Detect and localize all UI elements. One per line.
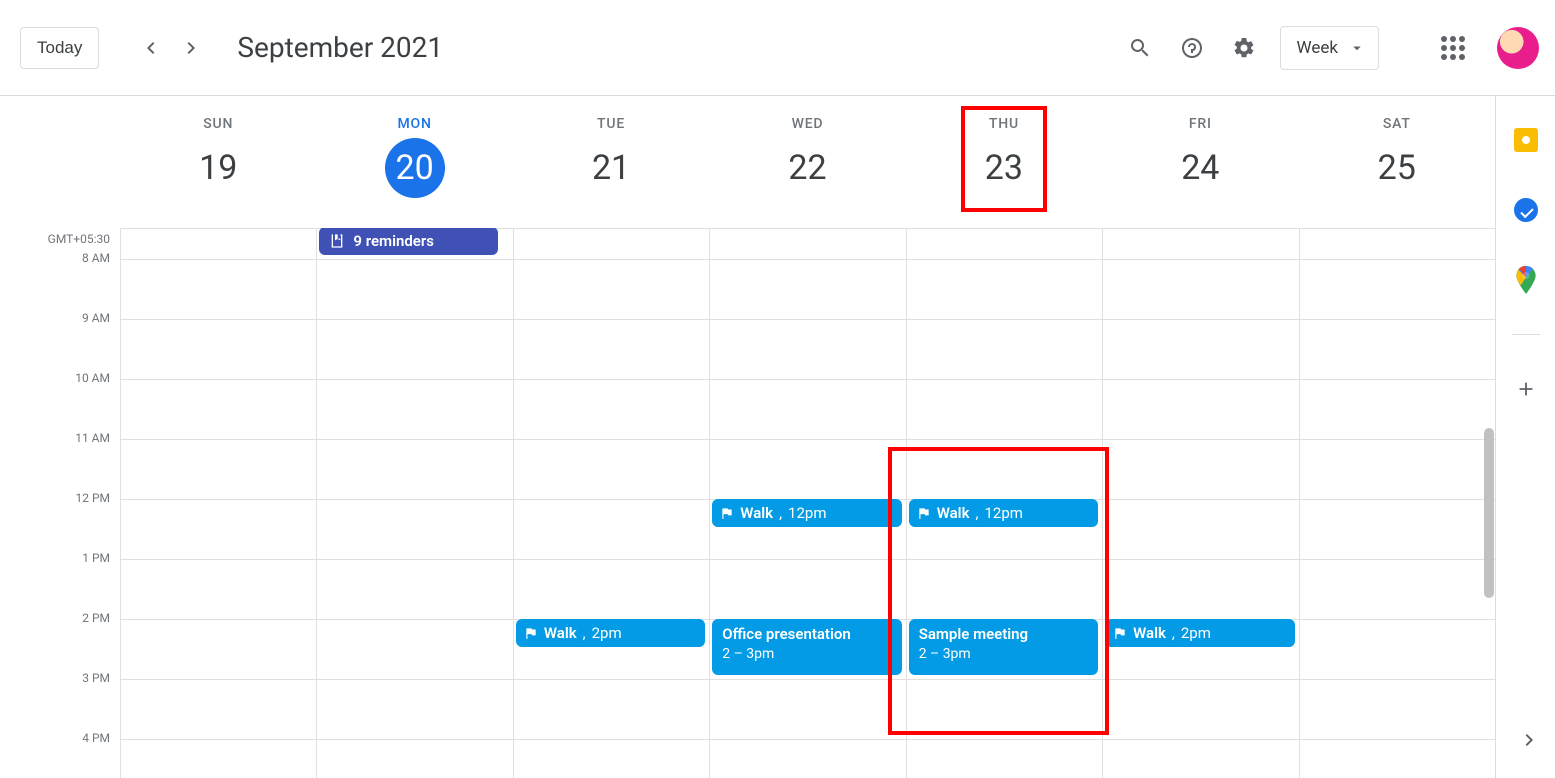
event-time: 2 – 3pm xyxy=(919,645,1088,663)
flag-icon xyxy=(524,626,538,640)
day-number: 21 xyxy=(581,138,641,198)
flag-icon xyxy=(917,506,931,520)
current-range-title: September 2021 xyxy=(237,31,443,64)
day-header-fri[interactable]: FRI 24 xyxy=(1102,96,1298,228)
task-title: Walk xyxy=(937,504,970,522)
task-title: Walk xyxy=(740,504,773,522)
reminder-chip-mon[interactable]: 9 reminders xyxy=(319,228,497,255)
side-panel-keep[interactable] xyxy=(1510,124,1542,156)
search-button[interactable] xyxy=(1116,24,1164,72)
plus-icon xyxy=(1515,378,1537,400)
task-walk-thu-12pm[interactable]: Walk, 12pm xyxy=(909,499,1098,527)
day-column-tue[interactable]: Walk, 2pm xyxy=(513,229,709,778)
hour-label: 12 PM xyxy=(75,491,110,505)
event-sample-meeting[interactable]: Sample meeting 2 – 3pm xyxy=(909,619,1098,675)
day-header-sat[interactable]: SAT 25 xyxy=(1299,96,1495,228)
day-abbr: MON xyxy=(398,116,432,132)
day-abbr: SUN xyxy=(203,116,233,132)
reminder-hand-icon xyxy=(329,233,345,249)
timezone-label: GMT+05:30 xyxy=(48,232,110,246)
hour-label: 2 PM xyxy=(82,611,110,625)
search-icon xyxy=(1128,36,1152,60)
gear-icon xyxy=(1232,36,1256,60)
chevron-right-icon xyxy=(179,36,203,60)
scrollbar[interactable] xyxy=(1484,428,1494,598)
day-number: 25 xyxy=(1367,138,1427,198)
day-headers-row: SUN 19 MON 20 TUE 21 WED 22 THU 23 xyxy=(0,96,1495,228)
day-number: 24 xyxy=(1170,138,1230,198)
task-walk-tue-2pm[interactable]: Walk, 2pm xyxy=(516,619,705,647)
side-panel xyxy=(1495,96,1555,778)
task-time: 2pm xyxy=(592,624,622,642)
day-number: 23 xyxy=(974,138,1034,198)
day-abbr: FRI xyxy=(1189,116,1212,132)
day-header-wed[interactable]: WED 22 xyxy=(709,96,905,228)
flag-icon xyxy=(720,506,734,520)
prev-week-button[interactable] xyxy=(131,28,171,68)
help-icon xyxy=(1180,36,1204,60)
chevron-left-icon xyxy=(139,36,163,60)
side-panel-tasks[interactable] xyxy=(1510,194,1542,226)
day-header-tue[interactable]: TUE 21 xyxy=(513,96,709,228)
task-title: Walk xyxy=(1133,624,1166,642)
account-avatar[interactable] xyxy=(1497,27,1539,69)
hour-label: 8 AM xyxy=(82,251,110,265)
day-number: 22 xyxy=(777,138,837,198)
task-time: 12pm xyxy=(788,504,826,522)
day-header-thu[interactable]: THU 23 xyxy=(906,96,1102,228)
view-select-label: Week xyxy=(1297,38,1338,58)
day-abbr: TUE xyxy=(597,116,625,132)
header: Today September 2021 Week xyxy=(0,0,1555,96)
day-column-mon[interactable]: 9 reminders xyxy=(316,229,512,778)
side-panel-divider xyxy=(1512,334,1540,335)
side-panel-addons[interactable] xyxy=(1510,373,1542,405)
time-gutter: GMT+05:30 8 AM 9 AM 10 AM 11 AM 12 PM 1 … xyxy=(0,228,120,778)
event-title: Sample meeting xyxy=(919,625,1088,645)
day-column-fri[interactable]: Walk, 2pm xyxy=(1102,229,1298,778)
chevron-right-icon xyxy=(1517,728,1541,752)
day-number: 19 xyxy=(188,138,248,198)
next-week-button[interactable] xyxy=(171,28,211,68)
dropdown-icon xyxy=(1348,39,1366,57)
side-panel-maps[interactable] xyxy=(1510,264,1542,296)
hour-label: 11 AM xyxy=(75,431,110,445)
tasks-icon xyxy=(1514,198,1538,222)
day-abbr: THU xyxy=(989,116,1019,132)
help-button[interactable] xyxy=(1168,24,1216,72)
day-header-sun[interactable]: SUN 19 xyxy=(120,96,316,228)
task-walk-wed-12pm[interactable]: Walk, 12pm xyxy=(712,499,901,527)
day-abbr: WED xyxy=(792,116,824,132)
hide-side-panel-button[interactable] xyxy=(1509,720,1549,760)
task-time: 2pm xyxy=(1181,624,1211,642)
task-time: 12pm xyxy=(984,504,1022,522)
event-office-presentation[interactable]: Office presentation 2 – 3pm xyxy=(712,619,901,675)
event-title: Office presentation xyxy=(722,625,891,645)
hour-label: 4 PM xyxy=(82,731,110,745)
hour-label: 1 PM xyxy=(82,551,110,565)
day-column-wed[interactable]: Walk, 12pm Office presentation 2 – 3pm xyxy=(709,229,905,778)
settings-button[interactable] xyxy=(1220,24,1268,72)
google-apps-button[interactable] xyxy=(1429,24,1477,72)
maps-pin-icon xyxy=(1515,266,1537,294)
hour-label: 3 PM xyxy=(82,671,110,685)
day-number: 20 xyxy=(385,138,445,198)
apps-grid-icon xyxy=(1441,36,1465,60)
day-column-sat[interactable] xyxy=(1299,229,1495,778)
hour-label: 9 AM xyxy=(82,311,110,325)
task-title: Walk xyxy=(544,624,577,642)
view-select[interactable]: Week xyxy=(1280,26,1379,70)
day-header-mon[interactable]: MON 20 xyxy=(316,96,512,228)
day-column-thu[interactable]: Walk, 12pm Sample meeting 2 – 3pm xyxy=(906,229,1102,778)
today-button[interactable]: Today xyxy=(20,27,99,69)
hour-label: 10 AM xyxy=(75,371,110,385)
day-column-sun[interactable] xyxy=(120,229,316,778)
event-time: 2 – 3pm xyxy=(722,645,891,663)
calendar-grid[interactable]: GMT+05:30 8 AM 9 AM 10 AM 11 AM 12 PM 1 … xyxy=(0,228,1495,778)
day-abbr: SAT xyxy=(1383,116,1411,132)
reminder-chip-label: 9 reminders xyxy=(353,232,434,250)
keep-icon xyxy=(1514,128,1538,152)
flag-icon xyxy=(1113,626,1127,640)
task-walk-fri-2pm[interactable]: Walk, 2pm xyxy=(1105,619,1294,647)
